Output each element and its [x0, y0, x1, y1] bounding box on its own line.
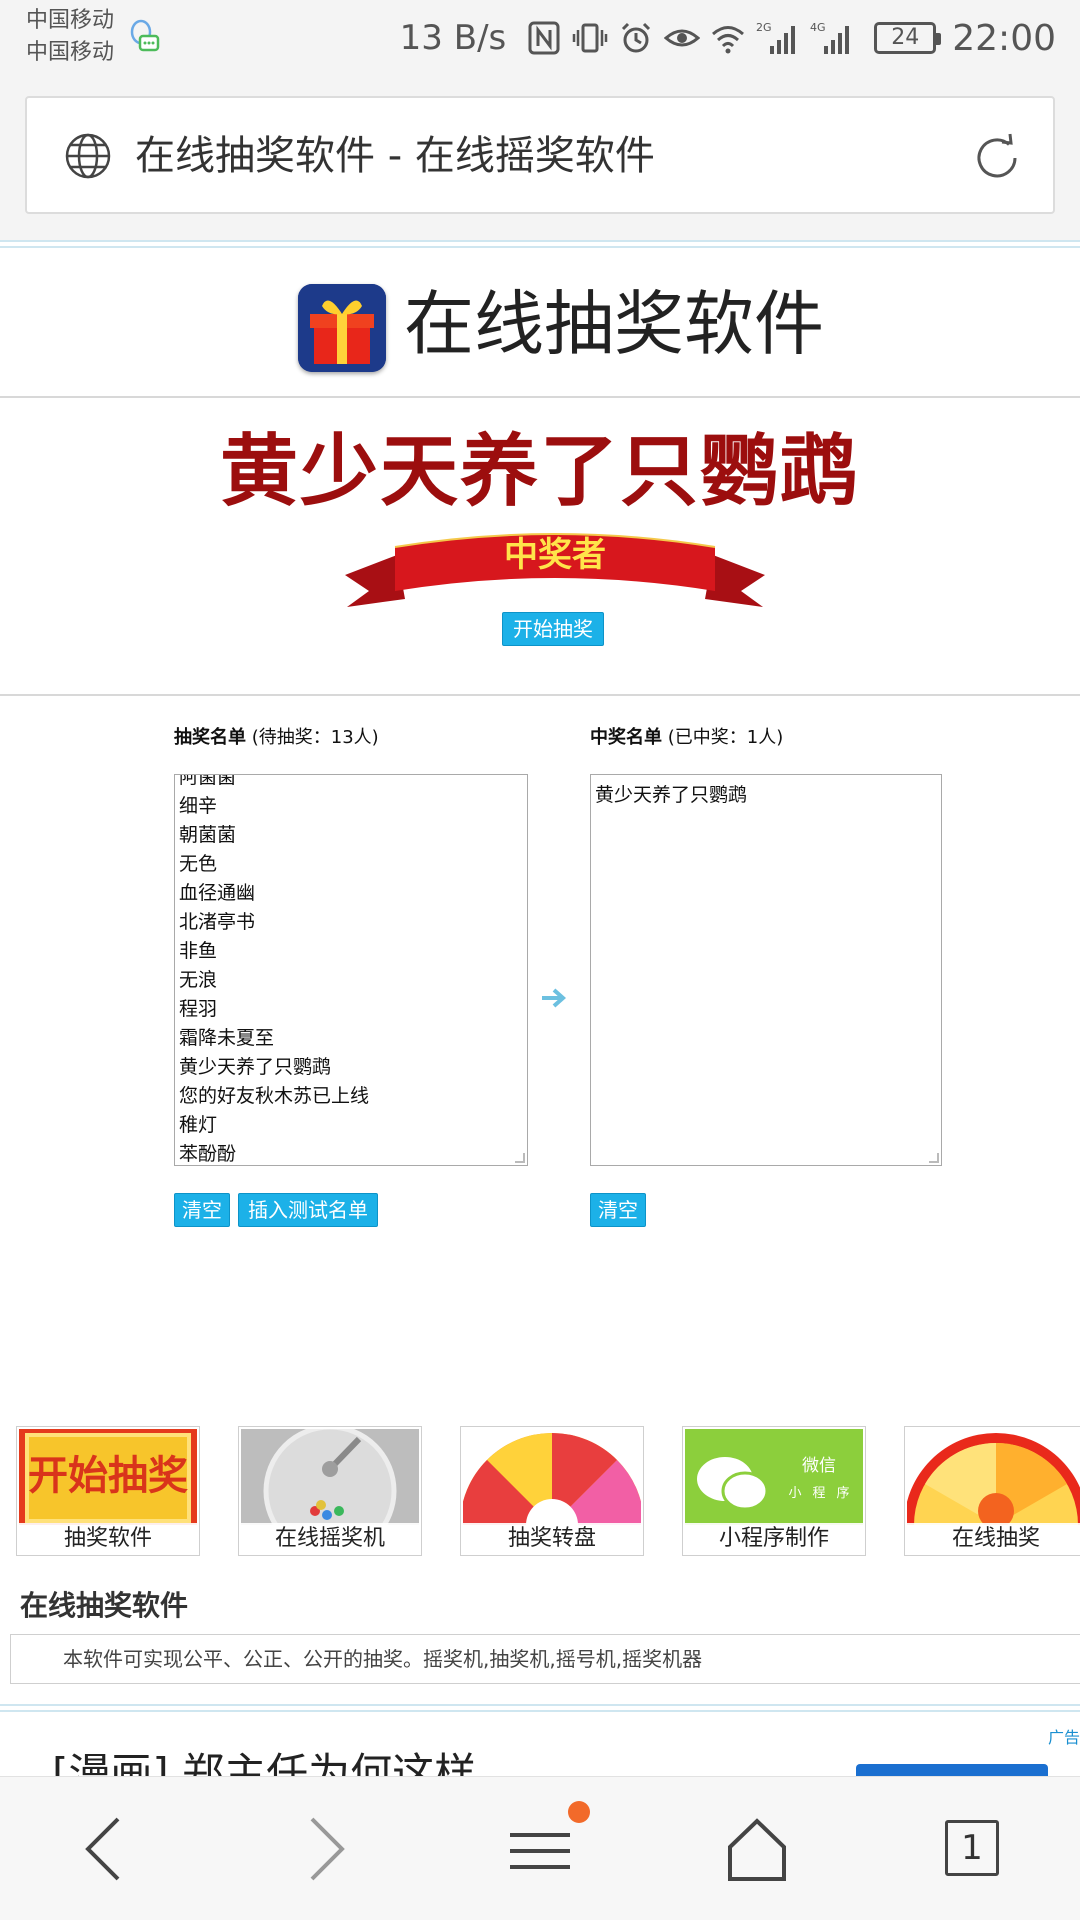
reload-icon[interactable]	[969, 130, 1025, 186]
thumbnail-overlay-text: 微信	[802, 1456, 836, 1476]
insert-test-names-button[interactable]: 插入测试名单	[238, 1193, 378, 1227]
browser-bottom-nav: 1	[0, 1776, 1080, 1920]
page-bottom-border	[0, 1704, 1080, 1712]
globe-icon	[65, 133, 111, 179]
address-bar[interactable]: 在线抽奖软件 - 在线摇奖软件	[25, 96, 1055, 214]
thumbnail-caption: 小程序制作	[683, 1523, 865, 1555]
tabs-button[interactable]: 1	[945, 1820, 999, 1876]
thumbnail-online-lottery[interactable]: 在线抽奖	[904, 1426, 1080, 1556]
carrier-label-1: 中国移动	[26, 8, 115, 33]
svg-text:4G: 4G	[810, 21, 826, 34]
pending-names: 阿菌菌 细辛 朝菌菌 无色 血径通幽 北渚亭书 非鱼 无浪 程羽 霜降未夏至 黄…	[179, 774, 370, 1165]
pending-names-textarea[interactable]: 阿菌菌 细辛 朝菌菌 无色 血径通幽 北渚亭书 非鱼 无浪 程羽 霜降未夏至 黄…	[174, 774, 528, 1166]
svg-text:2G: 2G	[756, 21, 772, 34]
clear-pending-button[interactable]: 清空	[174, 1193, 230, 1227]
section-heading: 在线抽奖软件	[20, 1589, 189, 1622]
winner-display: 黄少天养了只鹦鹉	[219, 426, 860, 517]
thumbnail-caption: 在线摇奖机	[239, 1523, 421, 1555]
svg-text:程: 程	[812, 1486, 825, 1501]
list-item: 您的好友秋木苏已上线	[179, 1085, 370, 1107]
pending-list-count: (待抽奖：13人)	[251, 727, 379, 748]
signal-2g-icon: 2G	[756, 21, 796, 54]
arrow-right-icon	[542, 988, 567, 1008]
pending-list-heading: 抽奖名单 (待抽奖：13人)	[174, 724, 379, 752]
winner-list-title: 中奖名单	[590, 727, 662, 748]
back-arrow-icon	[85, 1817, 120, 1881]
thumbnail-caption: 抽奖转盘	[461, 1523, 643, 1555]
forward-button[interactable]	[280, 1805, 370, 1895]
ad-headline[interactable]: [漫画] 郑主任为何这样	[52, 1742, 476, 1780]
list-item: 黄少天养了只鹦鹉	[595, 784, 748, 806]
site-title: 在线抽奖软件	[404, 283, 824, 365]
list-item: 阿菌菌	[179, 774, 237, 788]
nfc-icon	[528, 21, 560, 55]
section-description: 本软件可实现公平、公正、公开的抽奖。摇奖机,抽奖机,摇号机,摇奖机器	[10, 1634, 1080, 1684]
start-lottery-image: 开始抽奖	[19, 1429, 197, 1525]
list-item: 苯酚酚	[179, 1143, 237, 1165]
eye-comfort-icon	[664, 29, 701, 47]
home-button[interactable]	[712, 1805, 802, 1895]
lottery-machine-image	[241, 1429, 419, 1525]
thumbnail-lottery-machine[interactable]: 在线摇奖机	[238, 1426, 422, 1556]
ad-tag: 广告	[1047, 1728, 1080, 1747]
qq-notification-icon	[130, 19, 160, 52]
winner-names: 黄少天养了只鹦鹉	[595, 781, 747, 810]
list-item: 细辛	[179, 795, 218, 817]
carrier-label-2: 中国移动	[26, 40, 115, 65]
thumbnail-mini-program[interactable]: 微信 小 程 序 小程序制作	[682, 1426, 866, 1556]
list-item: 稚灯	[179, 1114, 218, 1136]
site-header: 在线抽奖软件	[0, 250, 1080, 398]
list-item: 血径通幽	[179, 882, 256, 904]
winner-list-heading: 中奖名单 (已中奖：1人)	[590, 724, 783, 752]
alarm-icon	[622, 22, 651, 53]
start-draw-button[interactable]: 开始抽奖	[502, 612, 604, 646]
wechat-mini-program-image: 微信 小 程 序	[685, 1429, 863, 1525]
status-indicators: 13 B/s 2G 4G 24 22:00	[400, 14, 1056, 62]
wifi-icon	[712, 26, 745, 54]
list-item: 非鱼	[179, 940, 218, 962]
list-item: 程羽	[179, 998, 218, 1020]
thumbnail-caption: 在线抽奖	[905, 1523, 1080, 1555]
browser-toolbar: 在线抽奖软件 - 在线摇奖软件	[0, 76, 1080, 242]
home-icon	[728, 1818, 786, 1881]
thumbnail-overlay-text: 开始抽奖	[28, 1453, 188, 1499]
gift-box-logo	[298, 284, 386, 372]
list-item: 朝菌菌	[179, 824, 237, 846]
svg-text:小: 小	[788, 1486, 801, 1501]
list-item: 无浪	[179, 969, 218, 991]
svg-text:序: 序	[836, 1486, 849, 1501]
thumbnail-lottery-wheel[interactable]: 抽奖转盘	[460, 1426, 644, 1556]
clear-winners-button[interactable]: 清空	[590, 1193, 646, 1227]
online-lottery-wheel-image	[907, 1429, 1080, 1525]
list-item: 北渚亭书	[179, 911, 256, 933]
notification-dot	[568, 1801, 590, 1823]
vibrate-icon	[573, 23, 608, 53]
thumbnail-lottery-software[interactable]: 开始抽奖 抽奖软件	[16, 1426, 200, 1556]
ribbon-label: 中奖者	[504, 535, 606, 575]
resize-handle[interactable]	[515, 1153, 525, 1163]
thumbnail-caption: 抽奖软件	[17, 1523, 199, 1555]
winner-names-textarea[interactable]: 黄少天养了只鹦鹉	[590, 774, 942, 1166]
winner-list-count: (已中奖：1人)	[667, 727, 784, 748]
list-item: 无色	[179, 853, 218, 875]
status-bar: 中国移动 中国移动 13 B/s 2G 4G 24 22:00	[0, 0, 1080, 76]
forward-arrow-icon	[310, 1817, 345, 1881]
list-item: 霜降未夏至	[179, 1027, 275, 1049]
resize-handle[interactable]	[929, 1153, 939, 1163]
page-title: 在线抽奖软件 - 在线摇奖软件	[135, 133, 655, 179]
network-speed: 13 B/s	[399, 18, 507, 58]
page-top-border	[0, 240, 1080, 248]
section-divider	[0, 694, 1080, 696]
pending-list-title: 抽奖名单	[174, 727, 246, 748]
prize-wheel-image	[463, 1429, 641, 1525]
clock: 22:00	[952, 17, 1056, 59]
list-item: 黄少天养了只鹦鹉	[179, 1056, 332, 1078]
back-button[interactable]	[60, 1805, 150, 1895]
battery-indicator: 24	[874, 22, 942, 54]
signal-4g-icon: 4G	[810, 21, 850, 54]
